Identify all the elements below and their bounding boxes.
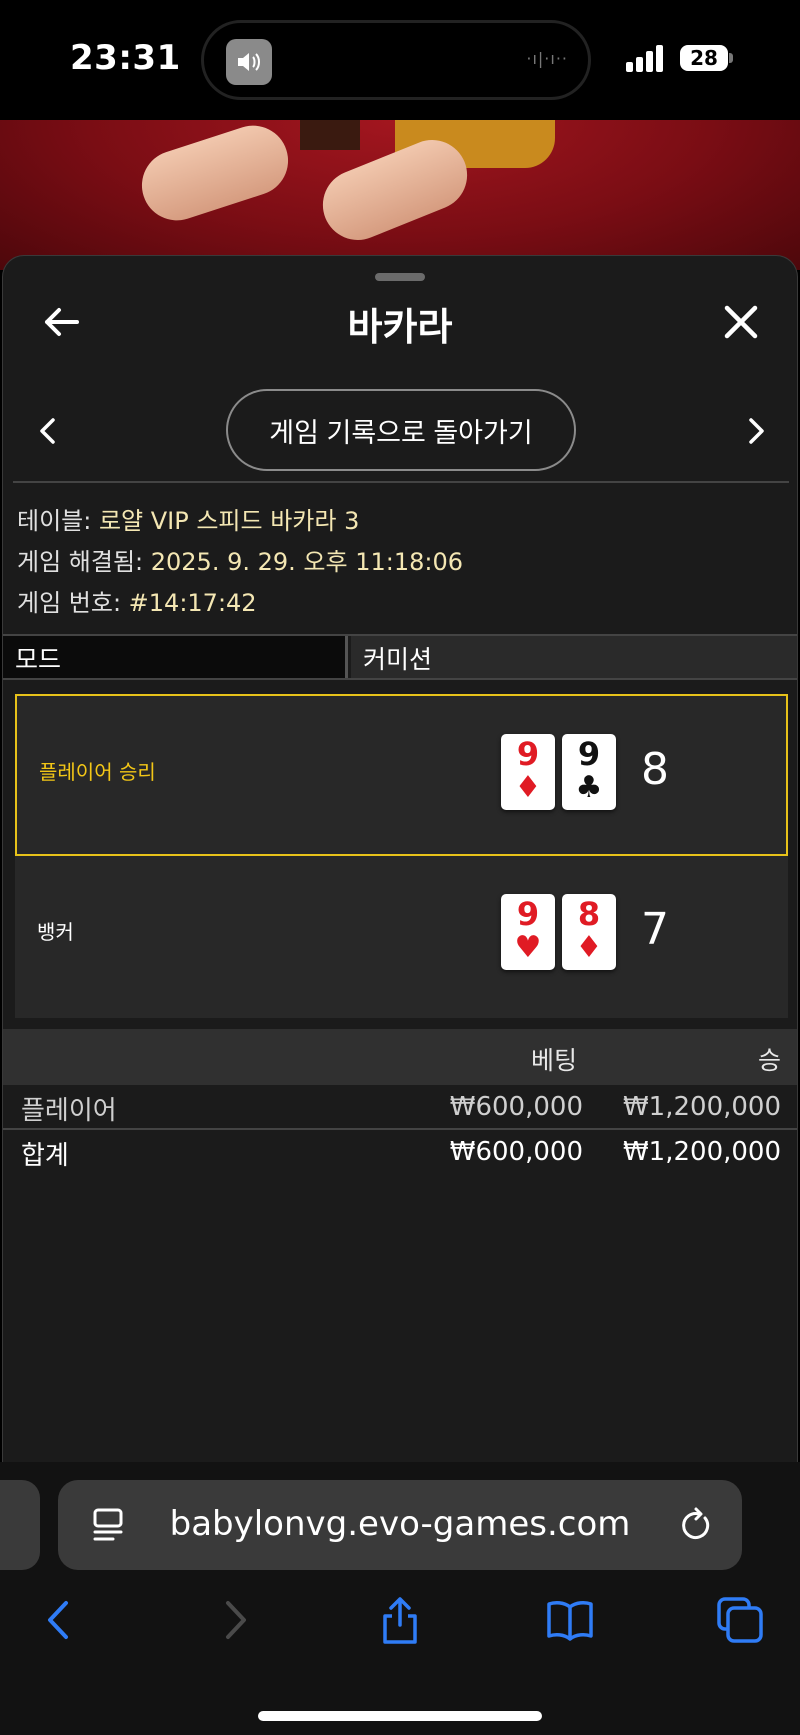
address-bar[interactable]: babylonvg.evo-games.com: [58, 1480, 742, 1570]
bet-name: 플레이어: [21, 1096, 117, 1126]
resolved-label: 게임 해결됨:: [17, 548, 151, 576]
player-score: 8: [641, 744, 669, 795]
next-game-chevron-icon[interactable]: [741, 414, 771, 448]
url-text[interactable]: babylonvg.evo-games.com: [58, 1504, 742, 1544]
tab-mode[interactable]: 모드: [3, 636, 348, 678]
battery-icon: 28: [680, 45, 728, 71]
battery-level: 28: [690, 46, 718, 70]
table-value: 로얄 VIP 스피드 바카라 3: [98, 507, 360, 535]
game-nav-row: 게임 기록으로 돌아가기: [3, 389, 797, 471]
browser-toolbar: babylonvg.evo-games.com: [0, 1462, 800, 1735]
banker-score: 7: [641, 904, 669, 955]
game-detail-sheet: 바카라 게임 기록으로 돌아가기 테이블: 로얄 VIP 스피드 바카라 3 게…: [2, 255, 798, 1465]
column-tabs: 모드 커미션: [3, 634, 797, 680]
signal-icon: [626, 44, 666, 72]
dealer-sleeve: [300, 120, 360, 150]
speaker-icon: [226, 39, 272, 85]
player-card-1: 9 ♦: [501, 734, 555, 810]
total-bet-amount: ₩600,000: [449, 1137, 583, 1167]
back-chevron-icon[interactable]: [36, 1595, 86, 1645]
player-result-label: 플레이어 승리: [39, 760, 156, 784]
table-label: 테이블:: [17, 507, 99, 535]
home-indicator[interactable]: [258, 1711, 542, 1721]
club-suit-icon: ♣: [575, 770, 603, 805]
divider: [13, 481, 789, 483]
game-number-label: 게임 번호:: [17, 589, 129, 617]
banker-card-2: 8 ♦: [562, 894, 616, 970]
sheet-title: 바카라: [347, 305, 453, 349]
diamond-suit-icon: ♦: [575, 930, 603, 965]
total-row: 합계 ₩600,000 ₩1,200,000: [3, 1131, 797, 1175]
tabs-icon[interactable]: [715, 1595, 765, 1645]
dealer-hand: [132, 120, 298, 230]
dynamic-island: ·ı|·ı··: [201, 20, 591, 100]
live-video-background: [0, 120, 800, 270]
status-bar: 23:31 ·ı|·ı·· 28: [0, 0, 800, 120]
card-rank: 8: [577, 895, 601, 933]
game-number-value: #14:17:42: [128, 589, 257, 617]
banker-card-1: 9 ♥: [501, 894, 555, 970]
heart-suit-icon: ♥: [514, 930, 542, 965]
previous-game-chevron-icon[interactable]: [33, 414, 63, 448]
win-column-header: 승: [757, 1046, 781, 1075]
table-row: 플레이어 ₩600,000 ₩1,200,000: [3, 1086, 797, 1130]
reload-icon[interactable]: [678, 1506, 714, 1544]
tab-commission[interactable]: 커미션: [351, 636, 797, 678]
audio-waveform-icon: ·ı|·ı··: [526, 49, 568, 68]
banker-result-row: 뱅커 9 ♥ 8 ♦ 7: [15, 856, 788, 1018]
game-number-info: 게임 번호: #14:17:42: [17, 583, 257, 618]
card-rank: 9: [577, 735, 601, 773]
resolved-info: 게임 해결됨: 2025. 9. 29. 오후 11:18:06: [17, 542, 463, 577]
table-info: 테이블: 로얄 VIP 스피드 바카라 3: [17, 501, 359, 536]
share-icon[interactable]: [375, 1595, 425, 1645]
bets-header: 베팅 승: [3, 1029, 797, 1085]
status-time: 23:31: [70, 38, 181, 78]
player-result-row: 플레이어 승리 9 ♦ 9 ♣ 8: [15, 694, 788, 856]
divider: [3, 1128, 797, 1130]
previous-tab-preview[interactable]: [0, 1480, 40, 1570]
win-amount: ₩1,200,000: [622, 1092, 781, 1122]
total-label: 합계: [21, 1141, 69, 1171]
banker-result-label: 뱅커: [37, 920, 74, 944]
card-rank: 9: [516, 895, 540, 933]
resolved-value: 2025. 9. 29. 오후 11:18:06: [150, 548, 463, 576]
card-rank: 9: [516, 735, 540, 773]
player-card-2: 9 ♣: [562, 734, 616, 810]
sheet-grabber[interactable]: [375, 273, 425, 281]
diamond-suit-icon: ♦: [514, 770, 542, 805]
back-to-history-button[interactable]: 게임 기록으로 돌아가기: [226, 389, 576, 471]
forward-chevron-icon: [208, 1595, 258, 1645]
total-win-amount: ₩1,200,000: [622, 1137, 781, 1167]
bet-amount: ₩600,000: [449, 1092, 583, 1122]
battery-tip: [729, 53, 733, 63]
bookmarks-icon[interactable]: [545, 1595, 595, 1645]
close-icon[interactable]: [721, 302, 761, 342]
bet-column-header: 베팅: [531, 1046, 578, 1075]
